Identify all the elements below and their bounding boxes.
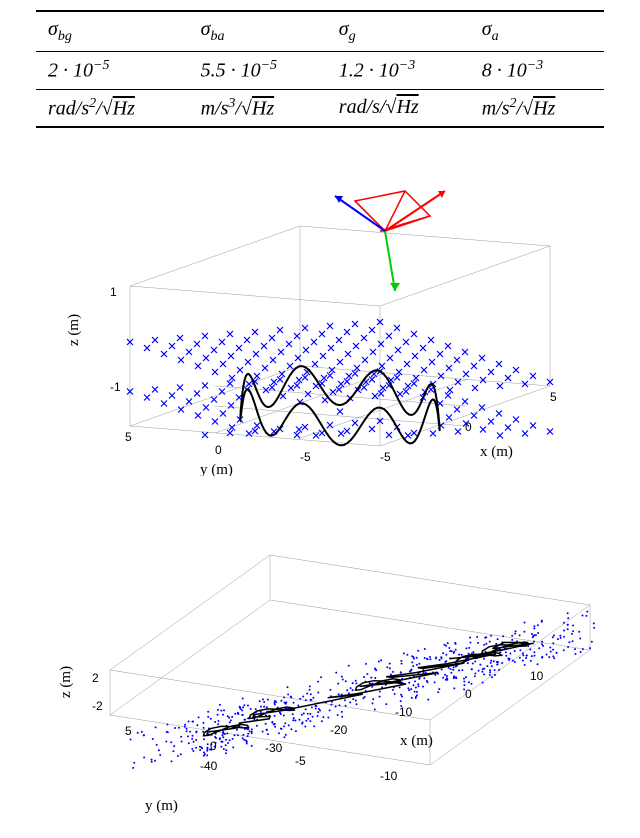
y-tick: -5 (300, 450, 311, 464)
y-tick: 0 (215, 443, 222, 457)
x-tick: 10 (530, 669, 544, 683)
figure-trajectory-top: -5 0 5 -5 0 5 -1 1 x (m) y (m) z (m) (50, 136, 610, 476)
landmarks-top (127, 319, 553, 439)
x-tick: -5 (380, 450, 391, 464)
y-axis-label: y (m) (145, 798, 178, 814)
unit-sigma-bg: rad/s2/√Hz (36, 90, 189, 128)
trajectory-bottom (204, 642, 534, 736)
x-tick: -10 (395, 705, 413, 719)
x-tick: 5 (550, 390, 557, 404)
y-tick: 0 (210, 739, 217, 753)
camera-frustum (335, 191, 445, 291)
unit-sigma-g: rad/s/√Hz (327, 90, 470, 128)
y-tick: -10 (380, 769, 398, 783)
table-header-row: σbg σba σg σa (36, 12, 604, 52)
table-unit-row: rad/s2/√Hz m/s3/√Hz rad/s/√Hz m/s2/√Hz (36, 90, 604, 128)
z-tick: -2 (92, 699, 103, 713)
x-axis-label: x (m) (480, 444, 513, 460)
x-tick: -20 (330, 723, 348, 737)
x-tick: -30 (265, 741, 283, 755)
parameter-table: σbg σba σg σa 2 · 10−5 5.5 · 10−5 1.2 · … (36, 10, 604, 128)
figure-trajectory-bottom: -40 -30 -20 -10 0 10 -10 -5 0 5 -2 2 x (… (50, 490, 610, 830)
value-sigma-g: 1.2 · 10−3 (327, 52, 470, 89)
z-tick: -1 (110, 380, 121, 394)
x-tick: -40 (200, 759, 218, 773)
z-axis-label: z (m) (58, 666, 74, 698)
header-sigma-ba: σba (189, 12, 327, 52)
value-sigma-ba: 5.5 · 10−5 (189, 52, 327, 89)
y-tick: 5 (125, 724, 132, 738)
x-tick: 0 (465, 420, 472, 434)
value-sigma-bg: 2 · 10−5 (36, 52, 189, 89)
unit-sigma-ba: m/s3/√Hz (189, 90, 327, 128)
z-tick: 2 (92, 671, 99, 685)
y-tick: -5 (295, 754, 306, 768)
unit-sigma-a: m/s2/√Hz (470, 90, 604, 128)
table-value-row: 2 · 10−5 5.5 · 10−5 1.2 · 10−3 8 · 10−3 (36, 52, 604, 89)
z-tick: 1 (110, 285, 117, 299)
y-axis-label: y (m) (200, 462, 233, 476)
z-axis-label: z (m) (66, 314, 82, 346)
x-axis-label: x (m) (400, 733, 433, 749)
value-sigma-a: 8 · 10−3 (470, 52, 604, 89)
header-sigma-a: σa (470, 12, 604, 52)
header-sigma-bg: σbg (36, 12, 189, 52)
header-sigma-g: σg (327, 12, 470, 52)
x-tick: 0 (465, 687, 472, 701)
y-tick: 5 (125, 430, 132, 444)
